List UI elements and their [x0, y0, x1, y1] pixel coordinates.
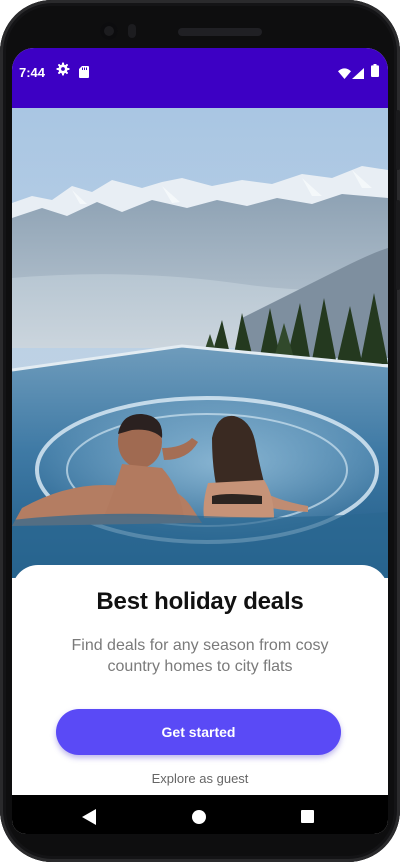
signal-icon: [352, 66, 364, 84]
recents-icon[interactable]: [301, 810, 314, 823]
status-bar: 7:44: [12, 48, 388, 108]
battery-icon: [371, 64, 379, 82]
volume-button: [396, 200, 400, 290]
explore-as-guest-link[interactable]: Explore as guest: [12, 771, 388, 786]
hero-image: [12, 108, 388, 578]
card-subtitle: Find deals for any season from cosy coun…: [71, 637, 329, 675]
screen: 7:44 Best holiday deals Find deals for a…: [12, 48, 388, 834]
back-icon[interactable]: [82, 809, 96, 830]
gear-icon: [56, 62, 70, 81]
phone-frame: 7:44 Best holiday deals Find deals for a…: [0, 0, 400, 862]
wifi-icon: [338, 66, 351, 84]
front-camera: [100, 22, 118, 40]
home-icon[interactable]: [192, 810, 206, 824]
get-started-button[interactable]: Get started: [56, 709, 341, 755]
power-button: [396, 110, 400, 170]
sd-card-icon: [79, 65, 89, 83]
card-title: Best holiday deals: [96, 588, 304, 615]
earpiece-speaker: [178, 28, 262, 36]
navigation-bar: [12, 795, 388, 834]
status-time: 7:44: [19, 65, 46, 80]
sensor: [128, 24, 136, 38]
welcome-card: Best holiday deals Find deals for any se…: [12, 565, 388, 805]
